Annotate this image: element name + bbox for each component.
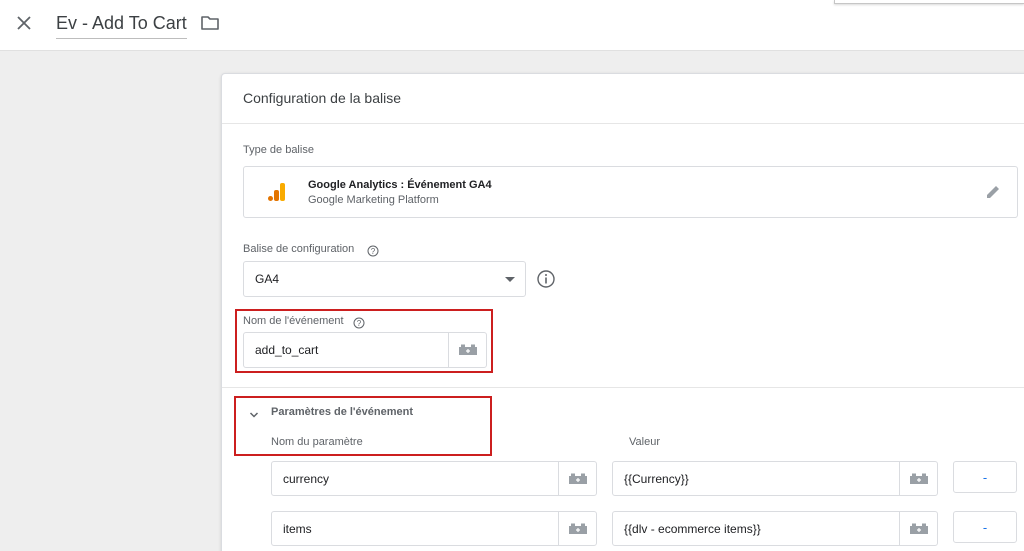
- param-value-value: {{dlv - ecommerce items}}: [624, 522, 761, 536]
- variable-picker-button[interactable]: [899, 462, 937, 495]
- remove-param-button[interactable]: -: [953, 461, 1017, 493]
- param-value-input[interactable]: {{Currency}}: [612, 461, 938, 496]
- google-analytics-icon: [266, 181, 288, 203]
- param-value-input[interactable]: {{dlv - ecommerce items}}: [612, 511, 938, 546]
- config-tag-value: GA4: [255, 272, 280, 286]
- pencil-icon[interactable]: [984, 183, 1002, 201]
- dropdown-caret-icon: [505, 277, 515, 282]
- tag-name-title[interactable]: Ev - Add To Cart: [56, 13, 187, 39]
- variable-block-icon: [568, 473, 587, 484]
- folder-icon[interactable]: [200, 14, 220, 32]
- help-icon[interactable]: ?: [367, 244, 379, 257]
- param-name-input[interactable]: currency: [271, 461, 597, 496]
- info-icon[interactable]: [536, 269, 556, 289]
- variable-block-icon: [909, 523, 928, 534]
- config-tag-label: Balise de configuration: [243, 243, 355, 255]
- top-bar: Ev - Add To Cart: [0, 0, 1024, 51]
- param-value-column-header: Valeur: [629, 436, 660, 448]
- close-icon[interactable]: [14, 13, 34, 33]
- tag-type-label: Type de balise: [243, 144, 314, 156]
- tag-type-selector[interactable]: Google Analytics : Événement GA4 Google …: [243, 166, 1018, 218]
- variable-picker-button[interactable]: [558, 512, 596, 545]
- tag-type-provider: Google Marketing Platform: [308, 194, 439, 206]
- config-tag-select[interactable]: GA4: [243, 261, 526, 297]
- card-header: Configuration de la balise: [222, 74, 1024, 124]
- tag-type-name: Google Analytics : Événement GA4: [308, 179, 492, 191]
- tag-configuration-card: Configuration de la balise Type de balis…: [221, 73, 1024, 551]
- param-name-value: currency: [283, 472, 330, 486]
- svg-text:?: ?: [371, 247, 376, 256]
- param-name-input[interactable]: items: [271, 511, 597, 546]
- highlight-box-event-params: [234, 396, 492, 456]
- card-title: Configuration de la balise: [243, 90, 401, 106]
- overlay-panel-edge: [834, 0, 1024, 4]
- remove-param-button[interactable]: -: [953, 511, 1017, 543]
- param-name-value: items: [283, 522, 312, 536]
- param-value-value: {{Currency}}: [624, 472, 689, 486]
- variable-block-icon: [909, 473, 928, 484]
- variable-picker-button[interactable]: [558, 462, 596, 495]
- variable-block-icon: [568, 523, 587, 534]
- section-divider: [222, 387, 1024, 388]
- highlight-box-event-name: [235, 309, 493, 373]
- variable-picker-button[interactable]: [899, 512, 937, 545]
